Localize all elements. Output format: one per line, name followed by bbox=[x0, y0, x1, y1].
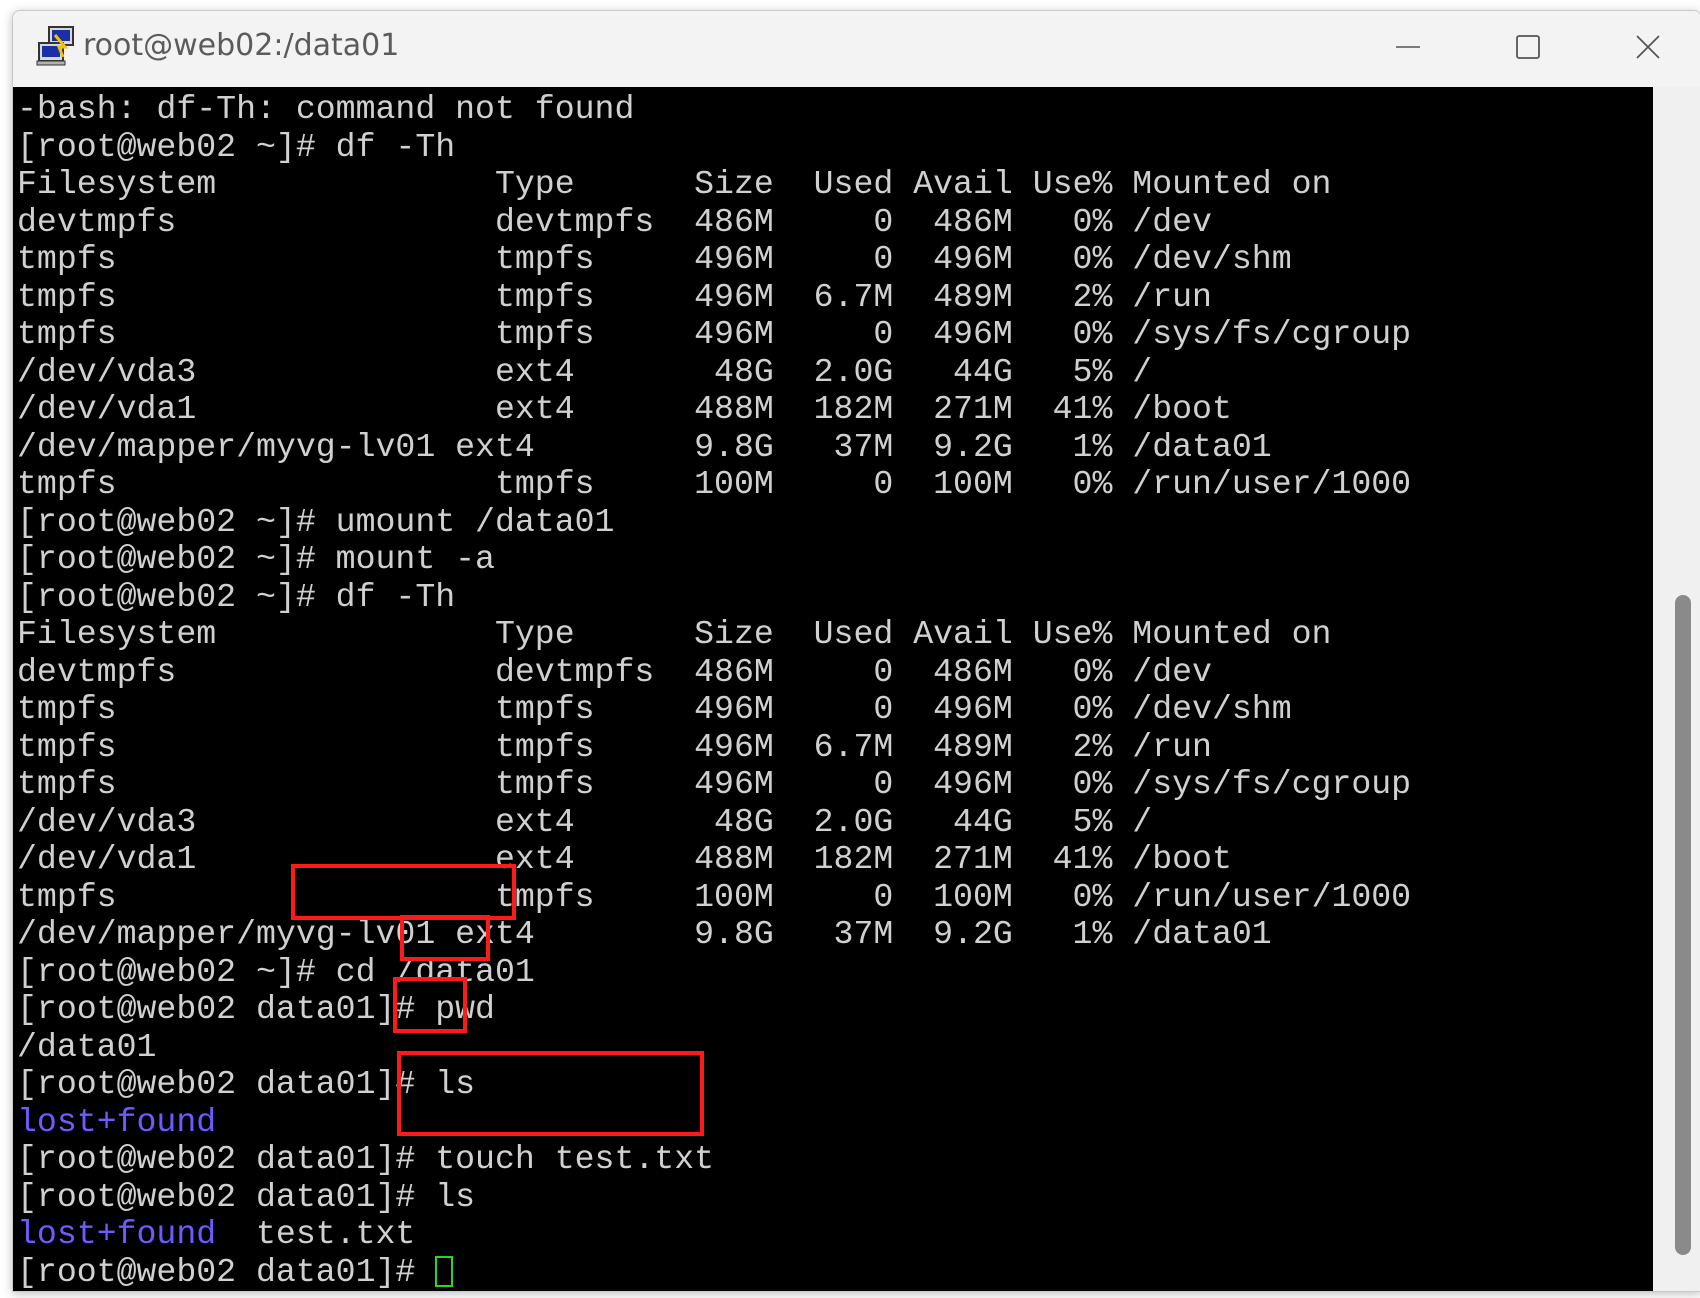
terminal-line: [root@web02 data01]# bbox=[17, 1252, 1411, 1292]
terminal-line: -bash: df-Th: command not found bbox=[17, 90, 1411, 129]
terminal-line: [root@web02 data01]# ls bbox=[17, 1065, 1411, 1104]
terminal-line-text: [root@web02 data01]# touch test.txt bbox=[17, 1140, 715, 1178]
terminal-line: [root@web02 ~]# cd /data01 bbox=[17, 953, 1411, 992]
terminal-line: devtmpfs devtmpfs 486M 0 486M 0% /dev bbox=[17, 202, 1411, 242]
terminal-line-text: devtmpfs devtmpfs 486M 0 486M 0% /dev bbox=[17, 652, 1212, 691]
terminal-line: tmpfs tmpfs 496M 0 496M 0% /sys/fs/cgrou… bbox=[17, 765, 1412, 804]
putty-terminal-icon[interactable] bbox=[35, 25, 77, 67]
terminal-line: Filesystem Type Size Used Avail Use% Mou… bbox=[17, 615, 1411, 654]
scrollbar-thumb[interactable] bbox=[1675, 595, 1691, 1255]
terminal-line: devtmpfs devtmpfs 486M 0 486M 0% /dev bbox=[17, 652, 1411, 692]
terminal-line-text: [root@web02 ~]# umount /data01 bbox=[17, 502, 615, 541]
terminal-line-text: /dev/vda3 ext4 48G 2.0G 44G 5% / bbox=[17, 352, 1153, 391]
terminal-line: tmpfs tmpfs 496M 0 496M 0% /dev/shm bbox=[17, 690, 1411, 729]
terminal-line: /dev/vda3 ext4 48G 2.0G 44G 5% / bbox=[17, 802, 1411, 842]
terminal-output: -bash: df-Th: command not found [root@web… bbox=[17, 90, 1412, 1292]
terminal-line: /data01 bbox=[17, 1027, 1411, 1067]
terminal-line: tmpfs tmpfs 496M 6.7M 489M 2% /run bbox=[17, 727, 1411, 767]
terminal-line: [root@web02 data01]# pwd bbox=[17, 990, 1411, 1029]
terminal-window: root@web02:/data01 -bash: df-Th: command… bbox=[12, 10, 1700, 1292]
maximize-icon bbox=[1514, 33, 1542, 66]
terminal-line-text: Filesystem Type Size Used Avail Use% Mou… bbox=[17, 615, 1332, 653]
terminal-line-text: [root@web02 ~]# df -Th bbox=[17, 577, 456, 616]
terminal-line-text: test.txt bbox=[216, 1215, 416, 1253]
terminal-line: /dev/vda1 ext4 488M 182M 271M 41% /boot bbox=[17, 390, 1411, 429]
terminal-line-text: tmpfs tmpfs 496M 0 496M 0% /dev/shm bbox=[17, 240, 1292, 278]
terminal-line: tmpfs tmpfs 100M 0 100M 0% /run/user/100… bbox=[17, 877, 1412, 917]
maximize-button[interactable] bbox=[1468, 11, 1588, 87]
terminal-line-text: /dev/vda3 ext4 48G 2.0G 44G 5% / bbox=[17, 802, 1153, 841]
terminal-line-text: [root@web02 data01]# ls bbox=[17, 1177, 476, 1216]
highlight-box-pwd bbox=[400, 915, 490, 961]
terminal-line-text: Filesystem Type Size Used Avail Use% Mou… bbox=[17, 165, 1332, 203]
terminal-line-text: [root@web02 ~]# mount -a bbox=[17, 540, 495, 578]
window-title: root@web02:/data01 bbox=[83, 28, 400, 63]
terminal-line: lost+found bbox=[17, 1102, 1411, 1142]
terminal-line-text: /dev/vda1 ext4 488M 182M 271M 41% /boot bbox=[17, 390, 1232, 428]
terminal-line-text: tmpfs tmpfs 100M 0 100M 0% /run/user/100… bbox=[17, 877, 1412, 916]
directory-entry: lost+found bbox=[17, 1102, 217, 1141]
terminal-line: [root@web02 ~]# df -Th bbox=[17, 127, 1411, 167]
terminal-line: /dev/mapper/myvg-lv01 ext4 9.8G 37M 9.2G… bbox=[17, 915, 1411, 954]
terminal-line-text: -bash: df-Th: command not found bbox=[17, 90, 635, 128]
directory-entry: lost+found bbox=[17, 1215, 217, 1253]
terminal-line: /dev/mapper/myvg-lv01 ext4 9.8G 37M 9.2G… bbox=[17, 427, 1411, 467]
terminal-line-text: tmpfs tmpfs 496M 6.7M 489M 2% /run bbox=[17, 277, 1212, 316]
terminal-line: tmpfs tmpfs 100M 0 100M 0% /run/user/100… bbox=[17, 465, 1412, 504]
terminal-line: [root@web02 ~]# df -Th bbox=[17, 577, 1411, 617]
title-bar[interactable]: root@web02:/data01 bbox=[13, 11, 1700, 87]
text-cursor bbox=[435, 1255, 454, 1287]
terminal-line: [root@web02 ~]# mount -a bbox=[17, 540, 1411, 579]
terminal-line-text: devtmpfs devtmpfs 486M 0 486M 0% /dev bbox=[17, 202, 1212, 241]
terminal-line: [root@web02 ~]# umount /data01 bbox=[17, 502, 1411, 542]
close-button[interactable] bbox=[1588, 11, 1700, 87]
terminal-line-text: /data01 bbox=[17, 1027, 157, 1066]
terminal-line: tmpfs tmpfs 496M 0 496M 0% /dev/shm bbox=[17, 240, 1411, 279]
minimize-button[interactable] bbox=[1348, 11, 1468, 87]
terminal-line-text: /dev/mapper/myvg-lv01 ext4 9.8G 37M 9.2G… bbox=[17, 915, 1272, 953]
close-icon bbox=[1634, 33, 1662, 66]
terminal-line-text: tmpfs tmpfs 496M 0 496M 0% /sys/fs/cgrou… bbox=[17, 765, 1412, 803]
highlight-box-cd bbox=[291, 864, 516, 920]
terminal-line-text: tmpfs tmpfs 496M 0 496M 0% /dev/shm bbox=[17, 690, 1292, 728]
terminal-screen[interactable]: -bash: df-Th: command not found [root@web… bbox=[13, 87, 1653, 1291]
terminal-line-text: tmpfs tmpfs 100M 0 100M 0% /run/user/100… bbox=[17, 465, 1412, 503]
highlight-box-touch-ls bbox=[397, 1051, 704, 1136]
terminal-line-text: [root@web02 data01]# bbox=[17, 1252, 436, 1291]
terminal-line: lost+found test.txt bbox=[17, 1215, 1411, 1254]
terminal-line: /dev/vda3 ext4 48G 2.0G 44G 5% / bbox=[17, 352, 1411, 392]
terminal-line-text: tmpfs tmpfs 496M 0 496M 0% /sys/fs/cgrou… bbox=[17, 315, 1412, 353]
terminal-line: Filesystem Type Size Used Avail Use% Mou… bbox=[17, 165, 1411, 204]
highlight-box-ls bbox=[393, 977, 467, 1033]
terminal-line-text: tmpfs tmpfs 496M 6.7M 489M 2% /run bbox=[17, 727, 1212, 766]
terminal-line-text: [root@web02 ~]# df -Th bbox=[17, 127, 456, 166]
terminal-line: [root@web02 data01]# touch test.txt bbox=[17, 1140, 1411, 1179]
terminal-line: [root@web02 data01]# ls bbox=[17, 1177, 1411, 1217]
terminal-line: tmpfs tmpfs 496M 0 496M 0% /sys/fs/cgrou… bbox=[17, 315, 1412, 354]
terminal-line-text: /dev/mapper/myvg-lv01 ext4 9.8G 37M 9.2G… bbox=[17, 427, 1272, 466]
vertical-scrollbar[interactable] bbox=[1653, 87, 1700, 1291]
terminal-line: /dev/vda1 ext4 488M 182M 271M 41% /boot bbox=[17, 840, 1411, 879]
terminal-line: tmpfs tmpfs 496M 6.7M 489M 2% /run bbox=[17, 277, 1411, 317]
terminal-line-text: /dev/vda1 ext4 488M 182M 271M 41% /boot bbox=[17, 840, 1232, 878]
minimize-icon bbox=[1394, 33, 1422, 66]
